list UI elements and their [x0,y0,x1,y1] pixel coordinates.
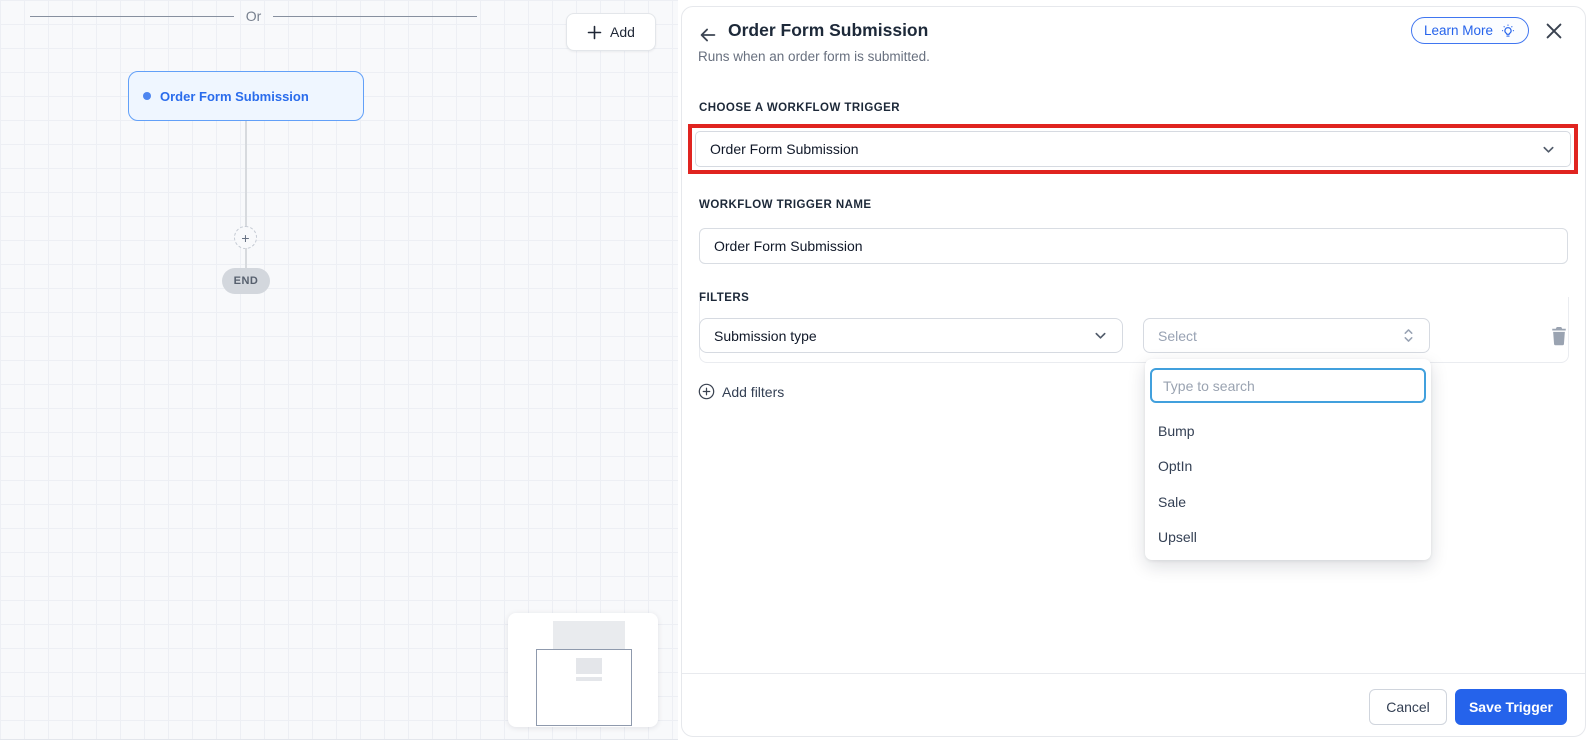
workflow-trigger-select[interactable]: Order Form Submission [695,131,1571,167]
trigger-name-input[interactable] [699,228,1568,264]
minimap-node [576,658,602,674]
node-title: Order Form Submission [160,88,309,104]
filter-value-select[interactable]: Select [1143,318,1430,353]
lightbulb-icon [1501,24,1515,37]
filter-field-select[interactable]: Submission type [699,318,1123,353]
add-filters-label: Add filters [722,383,785,400]
chevron-up-down-icon [1404,329,1413,342]
workflow-node-order-form-submission[interactable]: Order Form Submission [128,71,364,121]
branch-or-divider: Or [0,8,510,24]
close-icon[interactable] [1543,20,1565,42]
chevron-down-icon [1543,146,1554,153]
option-list: Bump OptIn Sale Upsell [1145,413,1431,555]
filter-options-popover: Bump OptIn Sale Upsell [1145,359,1431,560]
drawer-title: Order Form Submission [728,20,929,40]
trigger-settings-drawer: Order Form Submission Runs when an order… [681,6,1586,737]
minimap-offscreen-block [553,621,625,652]
end-label: END [233,275,259,287]
cancel-button[interactable]: Cancel [1369,689,1447,725]
minimap-viewport[interactable] [536,649,632,726]
or-label: Or [245,8,262,24]
plus-icon: + [241,229,250,246]
filters-label: FILTERS [699,292,750,304]
option-search-input[interactable] [1150,368,1426,403]
footer-divider [682,673,1585,674]
circle-plus-icon [698,383,715,400]
save-trigger-button[interactable]: Save Trigger [1455,689,1567,725]
trigger-name-label: WORKFLOW TRIGGER NAME [699,199,872,211]
canvas-minimap[interactable] [508,613,658,727]
divider-line [30,15,234,17]
plus-icon [587,25,602,39]
choose-trigger-label: CHOOSE A WORKFLOW TRIGGER [699,102,901,114]
annotation-highlight-box: Order Form Submission [688,124,1578,174]
drawer-subtitle: Runs when an order form is submitted. [698,49,930,64]
learn-more-label: Learn More [1424,23,1494,38]
connector-line [245,248,247,269]
option-sale[interactable]: Sale [1145,484,1431,520]
chevron-down-icon [1095,332,1106,339]
node-status-dot [143,92,151,100]
workflow-trigger-screen: Or Add Order Form Submission + END Order… [0,0,1587,745]
add-filters-button[interactable]: Add filters [698,383,784,400]
option-optin[interactable]: OptIn [1145,449,1431,485]
filter-value-placeholder: Select [1158,327,1197,344]
divider-line [273,15,477,17]
connector-line [245,121,247,226]
workflow-canvas[interactable]: Or Add Order Form Submission + END [0,0,678,740]
add-branch-button[interactable]: Add [566,13,656,51]
trigger-select-value: Order Form Submission [710,141,859,157]
back-arrow-icon[interactable] [697,24,719,46]
minimap-node-line [576,677,602,681]
option-bump[interactable]: Bump [1145,413,1431,449]
option-upsell[interactable]: Upsell [1145,520,1431,556]
filter-field-value: Submission type [714,327,817,344]
end-node: END [222,268,270,294]
add-step-button[interactable]: + [234,226,257,249]
learn-more-button[interactable]: Learn More [1411,17,1530,44]
add-button-label: Add [610,24,635,40]
trash-icon[interactable] [1550,325,1568,346]
